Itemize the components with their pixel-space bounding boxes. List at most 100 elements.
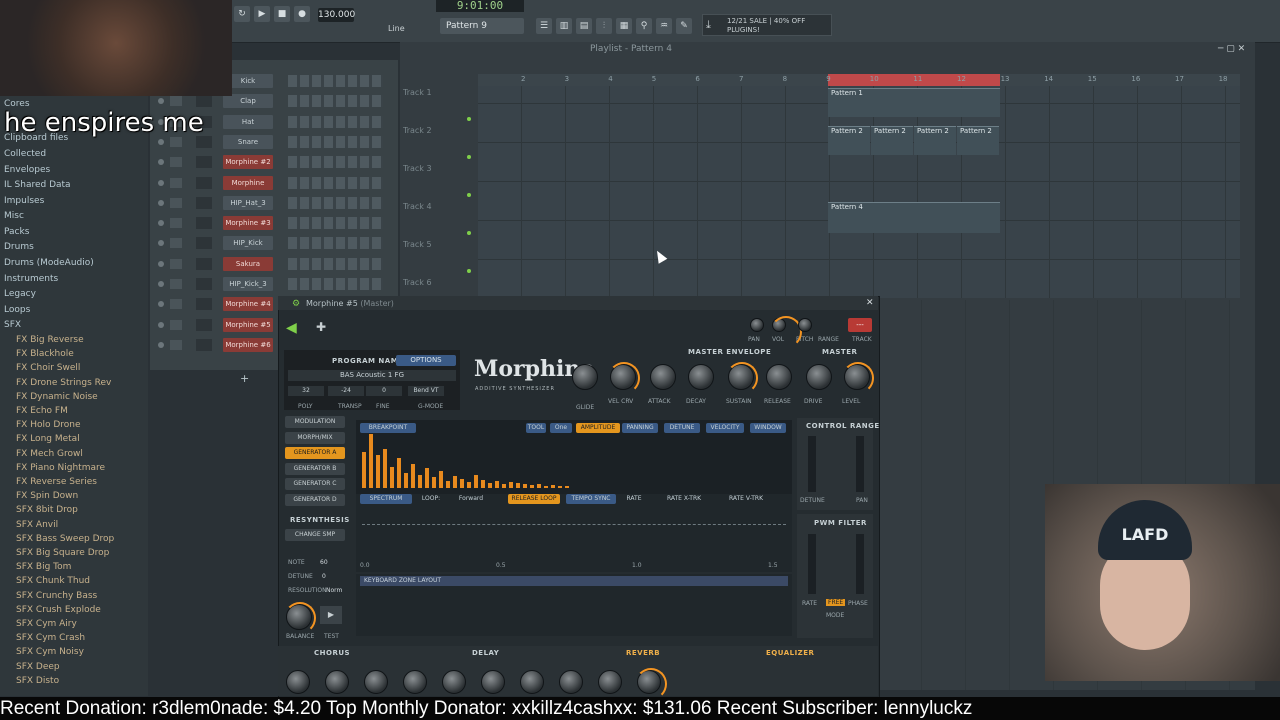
spectrum-bar[interactable] (467, 482, 471, 488)
speaker-icon[interactable]: ◀ (286, 320, 297, 336)
step-sequencer[interactable] (288, 75, 383, 87)
spectrum-tab[interactable]: TEMPO SYNC (566, 494, 616, 504)
wrench-icon[interactable]: ✚ (316, 320, 326, 334)
channel-name[interactable]: Snare (223, 134, 273, 149)
volume-knob[interactable] (770, 316, 802, 348)
fx-knob[interactable] (325, 670, 349, 694)
channel-name[interactable]: Morphine #6 (223, 337, 273, 352)
browser-sfx-item[interactable]: FX Big Reverse (16, 335, 84, 345)
browser-sfx-item[interactable]: FX Reverse Series (16, 477, 97, 487)
channel-name[interactable]: HIP_Kick_3 (223, 277, 273, 291)
spectrum-editor[interactable] (356, 494, 792, 572)
channel-mixer-track[interactable] (196, 318, 212, 331)
channel-pan[interactable] (170, 157, 182, 168)
spectrum-bar[interactable] (551, 485, 555, 488)
track-active-led[interactable] (467, 231, 471, 235)
track-active-led[interactable] (467, 117, 471, 121)
spectrum-bar[interactable] (425, 468, 429, 488)
spectrum-bar[interactable] (383, 449, 387, 488)
track-select[interactable]: --- (848, 318, 872, 332)
play-button[interactable]: ▶ (254, 6, 270, 22)
pwm-rate-slider[interactable] (808, 534, 816, 594)
play-icon[interactable]: ↻ (234, 6, 250, 22)
channel-name[interactable]: Morphine (223, 175, 273, 190)
knob-vel-crv[interactable] (608, 362, 640, 394)
spectrum-bar[interactable] (446, 480, 450, 488)
browser-sfx-item[interactable]: FX Choir Swell (16, 363, 80, 373)
spectrum-bar[interactable] (453, 476, 457, 488)
tools-icon[interactable]: ✎ (676, 18, 692, 34)
browser-sfx-item[interactable]: SFX Anvil (16, 520, 58, 530)
channel-rack-icon[interactable]: ▤ (576, 18, 592, 34)
browser-folder[interactable]: SFX (4, 320, 21, 330)
browser-folder[interactable]: Drums (4, 242, 34, 252)
program-select[interactable]: BAS Acoustic 1 FG (288, 370, 456, 381)
editor-tab[interactable]: DETUNE (664, 423, 700, 433)
browser-folder[interactable]: Instruments (4, 274, 58, 284)
editor-tab[interactable]: TOOL (526, 423, 546, 433)
spectrum-bar[interactable] (502, 483, 506, 488)
channel-led[interactable] (158, 281, 164, 287)
channel-pan[interactable] (170, 238, 182, 249)
channel-name[interactable]: Hat (223, 114, 273, 129)
browser-sfx-item[interactable]: SFX Deep (16, 662, 60, 672)
channel-led[interactable] (158, 138, 164, 145)
record-icon[interactable]: ● (294, 6, 310, 22)
browser-sfx-item[interactable]: SFX Cym Noisy (16, 647, 84, 657)
spectrum-tab[interactable]: LOOP: (418, 494, 444, 504)
knob-level[interactable] (842, 362, 874, 394)
plugin-icon[interactable]: ⚲ (636, 18, 652, 34)
window-controls-icon[interactable]: ─ ▢ ✕ (1218, 44, 1245, 54)
channel-name[interactable]: HIP_Kick (223, 236, 273, 251)
knob-sustain[interactable] (726, 362, 758, 394)
step-sequencer[interactable] (288, 176, 383, 189)
spectrum-bar[interactable] (495, 480, 499, 488)
channel-pan[interactable] (170, 197, 182, 208)
change-sample-button[interactable]: CHANGE SMP (285, 529, 345, 541)
browser-sfx-item[interactable]: SFX 8bit Drop (16, 505, 78, 515)
knob-release[interactable] (766, 364, 792, 390)
channel-mixer-track[interactable] (196, 176, 212, 189)
mixer-icon[interactable]: ⫶ (596, 18, 612, 34)
spectrum-tab[interactable]: SPECTRUM (360, 494, 412, 504)
channel-mixer-track[interactable] (196, 278, 212, 290)
spectrum-bar[interactable] (488, 482, 492, 488)
program-value[interactable]: -24 (328, 386, 364, 396)
pattern-selector[interactable]: Pattern 9 (440, 18, 524, 34)
step-sequencer[interactable] (288, 217, 383, 230)
channel-led[interactable] (158, 199, 164, 206)
step-sequencer[interactable] (288, 95, 383, 108)
spectrum-bar[interactable] (565, 485, 569, 488)
side-tab-generator-a[interactable]: GENERATOR A (285, 447, 345, 459)
browser-folder[interactable]: Impulses (4, 196, 44, 206)
fx-knob[interactable] (481, 670, 505, 694)
fx-knob[interactable] (403, 670, 427, 694)
spectrum-curve[interactable] (362, 516, 786, 525)
browser-sfx-item[interactable]: FX Holo Drone (16, 420, 81, 430)
channel-name[interactable]: HIP_Hat_3 (223, 195, 273, 210)
spectrum-tab[interactable]: RATE V-TRK (726, 494, 766, 504)
step-sequencer[interactable] (288, 257, 383, 270)
step-sequencer[interactable] (288, 156, 383, 169)
editor-tab[interactable]: One (550, 423, 572, 433)
browser-sfx-item[interactable]: SFX Bass Sweep Drop (16, 534, 114, 544)
browser-sfx-item[interactable]: SFX Cym Airy (16, 619, 77, 629)
track-label[interactable]: Track 2 (403, 126, 468, 135)
fx-knob[interactable] (598, 670, 622, 694)
channel-pan[interactable] (170, 319, 182, 330)
pan-slider[interactable] (856, 436, 864, 492)
editor-tab[interactable]: PANNING (622, 423, 658, 433)
browser-folder[interactable]: Drums (ModeAudio) (4, 258, 94, 268)
browser-folder[interactable]: IL Shared Data (4, 180, 71, 190)
channel-pan[interactable] (170, 299, 182, 310)
fx-knob[interactable] (442, 670, 466, 694)
spectrum-bar[interactable] (544, 485, 548, 488)
spectrum-tab[interactable]: RATE X-TRK (664, 494, 704, 504)
step-sequencer[interactable] (288, 115, 383, 128)
channel-led[interactable] (158, 260, 164, 267)
browser-folder[interactable]: Collected (4, 149, 46, 159)
gear-icon[interactable]: ⚙ (292, 299, 300, 309)
pan-knob[interactable] (750, 318, 764, 332)
side-tab-generator-c[interactable]: GENERATOR C (285, 478, 345, 490)
tempo-display[interactable]: 130.000 (318, 8, 355, 22)
